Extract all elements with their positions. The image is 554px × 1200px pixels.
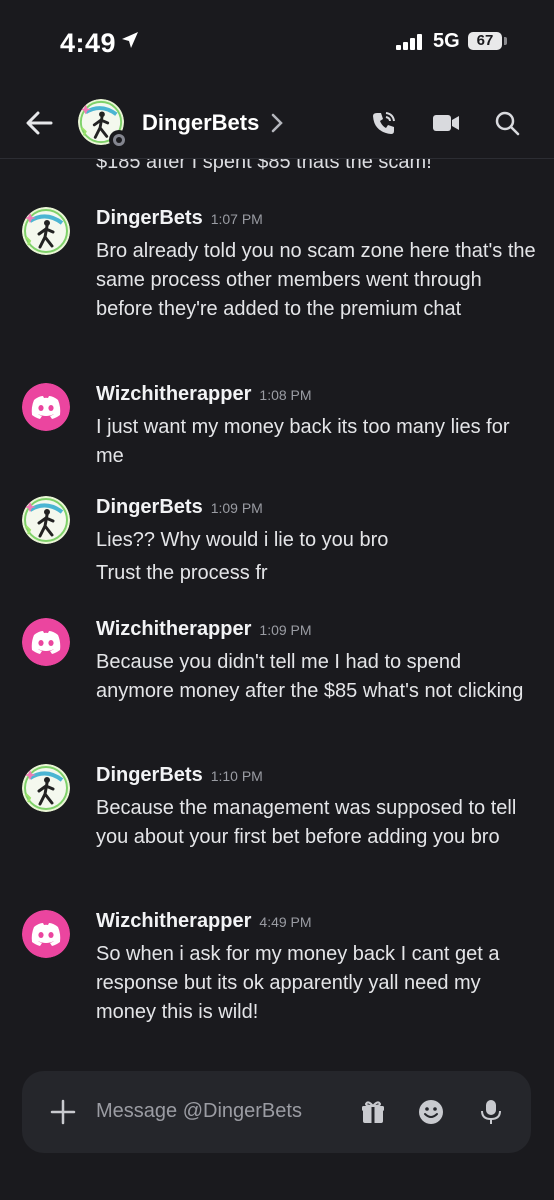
message-author[interactable]: DingerBets xyxy=(96,207,203,229)
offline-status-indicator xyxy=(109,130,129,150)
message-input[interactable]: Message @DingerBets xyxy=(96,1100,302,1123)
message-text: Trust the process fr xyxy=(96,562,268,584)
search-icon[interactable] xyxy=(494,110,520,136)
message-meta: DingerBets 1:07 PM xyxy=(96,207,263,233)
battery-level: 67 xyxy=(476,32,494,49)
message-text: So when i ask for my money back I cant g… xyxy=(96,943,500,1023)
message-author[interactable]: DingerBets xyxy=(96,764,203,786)
message-timestamp: 4:49 PM xyxy=(259,914,312,930)
message-text: I just want my money back its too many l… xyxy=(96,416,510,467)
message-timestamp: 1:08 PM xyxy=(259,387,312,403)
network-type: 5G xyxy=(433,30,460,52)
message-list[interactable]: $185 after I spent $85 thats the scam! D… xyxy=(0,159,554,1064)
discord-default-avatar[interactable] xyxy=(22,618,70,666)
message-composer[interactable]: Message @DingerBets xyxy=(22,1071,531,1153)
cellular-signal-icon xyxy=(396,34,422,50)
location-arrow-icon xyxy=(122,32,138,48)
message-author[interactable]: DingerBets xyxy=(96,496,203,518)
cut-off-message-text: $185 after I spent $85 thats the scam! xyxy=(96,159,432,173)
arrow-left-icon[interactable] xyxy=(24,108,54,138)
message-text: Because the management was supposed to t… xyxy=(96,797,517,848)
status-time: 4:49 xyxy=(60,28,117,58)
message-text: Lies?? Why would i lie to you bro xyxy=(96,529,389,551)
dingerbets-avatar[interactable] xyxy=(22,764,70,812)
message-meta: DingerBets 1:10 PM xyxy=(96,764,263,790)
message-text: Because you didn't tell me I had to spen… xyxy=(96,651,524,702)
message-timestamp: 1:09 PM xyxy=(210,500,263,516)
message-text: Bro already told you no scam zone here t… xyxy=(96,240,536,320)
status-bar: 4:49 5G 67 xyxy=(0,0,554,80)
message-meta: DingerBets 1:09 PM xyxy=(96,496,263,522)
gift-icon[interactable] xyxy=(360,1099,386,1125)
message-meta: Wizchitherapper 1:09 PM xyxy=(96,618,312,644)
microphone-icon[interactable] xyxy=(480,1099,502,1125)
message-author[interactable]: Wizchitherapper xyxy=(96,383,251,405)
channel-title[interactable]: DingerBets xyxy=(142,110,259,136)
plus-icon[interactable] xyxy=(50,1099,76,1125)
message-timestamp: 1:10 PM xyxy=(210,768,263,784)
phone-icon[interactable] xyxy=(371,110,397,136)
chevron-right-icon[interactable] xyxy=(270,112,284,134)
battery-icon: 67 xyxy=(468,32,502,50)
discord-default-avatar[interactable] xyxy=(22,910,70,958)
battery-tip xyxy=(504,37,507,45)
message-meta: Wizchitherapper 1:08 PM xyxy=(96,383,312,409)
message-timestamp: 1:07 PM xyxy=(210,211,263,227)
message-author[interactable]: Wizchitherapper xyxy=(96,618,251,640)
message-timestamp: 1:09 PM xyxy=(259,622,312,638)
message-meta: Wizchitherapper 4:49 PM xyxy=(96,910,312,936)
video-camera-icon[interactable] xyxy=(432,110,460,136)
discord-default-avatar[interactable] xyxy=(22,383,70,431)
dm-avatar[interactable] xyxy=(78,99,129,150)
dingerbets-avatar[interactable] xyxy=(22,496,70,544)
dingerbets-avatar[interactable] xyxy=(22,207,70,255)
emoji-icon[interactable] xyxy=(418,1099,444,1125)
message-author[interactable]: Wizchitherapper xyxy=(96,910,251,932)
channel-header: DingerBets xyxy=(0,88,554,159)
